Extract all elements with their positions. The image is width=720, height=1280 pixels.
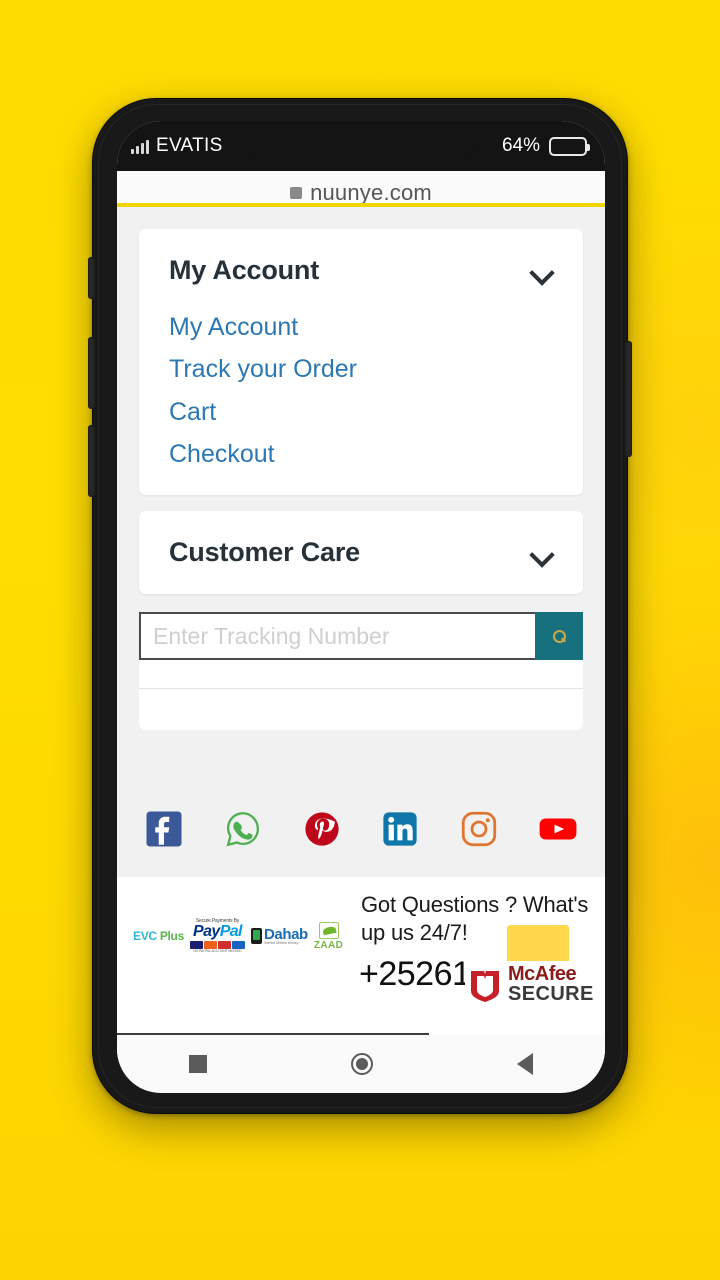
page-loading-bar [117, 203, 605, 207]
tracking-number-input[interactable] [139, 612, 535, 660]
square-recents-icon[interactable] [189, 1055, 207, 1073]
link-my-account[interactable]: My Account [169, 314, 553, 341]
linkedin-icon [383, 812, 418, 846]
dahab-logo: Dahab Somtel Mobile Money [250, 927, 308, 946]
page-info-icon[interactable] [290, 187, 303, 199]
mcafee-secure-badge[interactable]: McAfee SECURE [465, 961, 600, 1009]
social-link-whatsapp[interactable] [222, 808, 264, 850]
social-link-linkedin[interactable] [379, 808, 421, 850]
mcafee-line2: SECURE [508, 982, 594, 1005]
social-link-pinterest[interactable] [301, 808, 343, 850]
payment-logos: EVC Plus Secure Payments By PayPal NO PA… [133, 915, 361, 957]
battery-icon [549, 136, 590, 156]
chevron-down-icon[interactable] [531, 260, 553, 282]
accordion-title: My Account [169, 255, 320, 285]
mcafee-line1: McAfee [508, 963, 577, 985]
link-track-your-order[interactable]: Track your Order [169, 356, 553, 383]
tracking-card-filler [139, 660, 583, 688]
link-checkout[interactable]: Checkout [169, 440, 553, 467]
accordion-customer-care: Customer Care [139, 511, 583, 594]
accordion-my-account: My Account My Account Track your Order C… [139, 229, 583, 495]
site-footer: EVC Plus Secure Payments By PayPal NO PA… [117, 877, 605, 1035]
tracking-card-footer [139, 688, 583, 730]
phone-chin [117, 1091, 605, 1107]
evc-plus-logo: EVC Plus [133, 929, 184, 943]
tracking-form [117, 612, 605, 660]
paypal-logo: Secure Payments By PayPal NO PAYPAL ACCO… [189, 918, 245, 953]
android-navigation-bar [117, 1035, 605, 1093]
social-link-instagram[interactable] [458, 808, 500, 850]
webpage-content: My Account My Account Track your Order C… [117, 207, 605, 1035]
social-links-row [117, 808, 605, 884]
battery-percent-label: 64% [501, 135, 540, 156]
chevron-down-icon[interactable] [531, 542, 553, 564]
phone-screen: nuunye.com EVATIS 64% My Account My Acco… [117, 121, 605, 1093]
facebook-icon [146, 811, 182, 847]
phone-notch [247, 121, 475, 163]
zaad-logo: ZAAD [314, 921, 343, 951]
search-icon [552, 629, 566, 643]
youtube-icon [539, 818, 577, 840]
mcafee-shield-icon [469, 968, 501, 1002]
triangle-back-icon[interactable] [517, 1053, 533, 1075]
tracking-search-button[interactable] [535, 612, 583, 660]
accordion-title: Customer Care [169, 537, 360, 567]
accordion-header-customer-care[interactable]: Customer Care [139, 511, 583, 594]
whatsapp-icon [226, 812, 259, 847]
link-cart[interactable]: Cart [169, 398, 553, 425]
accordion-header-my-account[interactable]: My Account [139, 229, 583, 308]
circle-home-icon[interactable] [351, 1053, 373, 1075]
instagram-icon [462, 811, 497, 847]
signal-bars-icon [131, 139, 149, 154]
accordion-body-my-account: My Account Track your Order Cart Checkou… [139, 308, 583, 495]
pinterest-icon [304, 812, 339, 846]
volume-up-button[interactable] [88, 337, 95, 409]
silent-switch-button[interactable] [88, 257, 95, 299]
phone-device-frame: nuunye.com EVATIS 64% My Account My Acco… [88, 98, 632, 1114]
volume-down-button[interactable] [88, 425, 95, 497]
card-brand-icons [189, 940, 245, 949]
social-link-facebook[interactable] [143, 808, 185, 850]
social-link-youtube[interactable] [537, 808, 579, 850]
carrier-name: EVATIS [156, 135, 223, 156]
power-button[interactable] [625, 341, 632, 457]
